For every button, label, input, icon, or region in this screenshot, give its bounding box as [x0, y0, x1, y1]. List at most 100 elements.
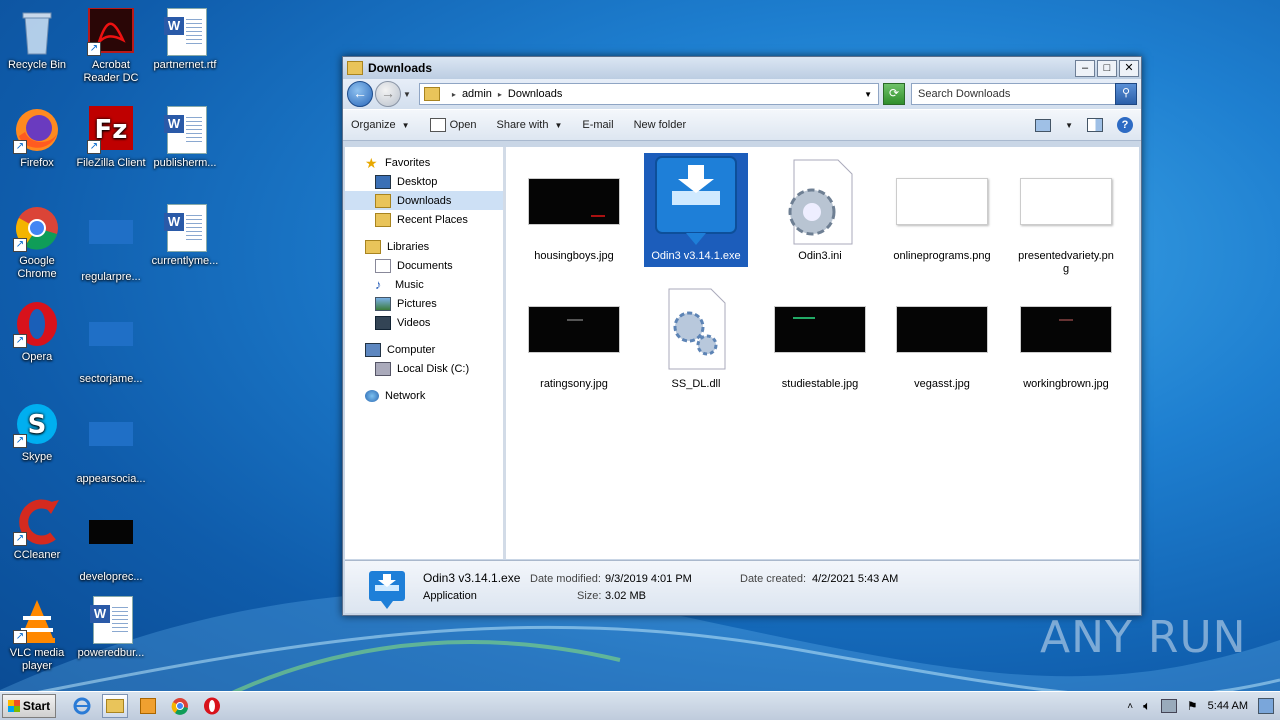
image-thumbnail-icon — [768, 281, 872, 377]
image-thumbnail-icon — [1014, 281, 1118, 377]
file-item[interactable]: Odin3.ini — [768, 153, 872, 264]
email-button[interactable]: E-mail — [582, 119, 613, 131]
breadcrumb-chevron-icon[interactable]: ▸ — [498, 90, 502, 99]
refresh-button[interactable]: ⟳ — [883, 83, 905, 105]
nav-documents[interactable]: Documents — [345, 256, 503, 275]
new-folder-button[interactable]: New folder — [634, 119, 687, 131]
nav-downloads[interactable]: Downloads — [345, 191, 503, 210]
clock[interactable]: 5:44 AM — [1208, 700, 1248, 712]
internet-explorer-icon[interactable] — [70, 695, 94, 717]
file-name: Odin3 v3.14.1.exe — [651, 250, 741, 262]
windows-explorer-icon[interactable] — [102, 694, 128, 718]
organize-button[interactable]: Organize ▼ — [351, 119, 410, 131]
file-item[interactable]: workingbrown.jpg — [1014, 281, 1118, 392]
nav-label: Favorites — [385, 156, 431, 169]
chrome-taskbar-icon[interactable] — [168, 695, 192, 717]
open-label: Open — [449, 119, 477, 131]
nav-label: Local Disk (C:) — [397, 362, 470, 375]
volume-icon[interactable]: 🔈︎ — [1143, 698, 1151, 714]
file-item[interactable]: onlineprograms.png — [890, 153, 994, 264]
breadcrumb-admin[interactable]: admin — [462, 88, 492, 100]
minimize-button[interactable]: ‒ — [1075, 59, 1095, 77]
nav-favorites[interactable]: ★ Favorites — [345, 153, 503, 172]
details-created-value: 4/2/2021 5:43 AM — [812, 573, 899, 585]
folder-icon — [347, 61, 363, 75]
breadcrumb-chevron-icon[interactable]: ▸ — [452, 90, 456, 99]
desktop-icon-sectorjame[interactable]: sectorjame... — [74, 300, 148, 386]
show-hidden-icons-icon[interactable]: ˄ — [1127, 701, 1133, 712]
chevron-down-icon: ▼ — [554, 120, 563, 130]
help-icon[interactable]: ? — [1117, 117, 1133, 133]
desktop-icon-partnernet[interactable]: W partnernet.rtf — [148, 8, 222, 72]
nav-recent-places[interactable]: Recent Places — [345, 210, 503, 229]
desktop-icon-opera[interactable]: ↗ Opera — [0, 300, 74, 364]
start-button[interactable]: Start — [2, 694, 56, 718]
downloads-folder-icon — [375, 193, 391, 208]
word-document-icon: W — [161, 106, 209, 154]
file-name: presentedvariety.png — [1018, 250, 1114, 275]
desktop-icon-regularpre[interactable]: regularpre... — [74, 204, 148, 284]
network-tray-icon[interactable] — [1160, 699, 1177, 713]
address-dropdown-icon[interactable]: ▼ — [864, 90, 872, 99]
nav-music[interactable]: ♪ Music — [345, 275, 503, 294]
desktop-icon-currentlyme[interactable]: W currentlyme... — [148, 204, 222, 268]
open-button[interactable]: Open — [429, 118, 477, 132]
shortcut-arrow-icon: ↗ — [13, 630, 27, 644]
action-center-flag-icon[interactable]: ⚑ — [1187, 699, 1198, 713]
breadcrumb-downloads[interactable]: Downloads — [508, 88, 562, 100]
show-desktop-button[interactable] — [1258, 698, 1274, 714]
back-button[interactable]: ← — [347, 81, 373, 107]
email-label: E-mail — [582, 119, 614, 131]
file-item-selected[interactable]: Odin3 v3.14.1.exe — [644, 153, 748, 267]
media-player-icon[interactable] — [136, 695, 160, 717]
nav-desktop[interactable]: Desktop — [345, 172, 503, 191]
file-item[interactable]: ratingsony.jpg — [522, 281, 626, 392]
forward-button[interactable]: → — [375, 81, 401, 107]
share-with-button[interactable]: Share with ▼ — [496, 119, 562, 131]
file-item[interactable]: SS_DL.dll — [644, 281, 748, 392]
start-label: Start — [22, 699, 51, 713]
desktop-icon-appearsocia[interactable]: appearsocia... — [74, 400, 148, 486]
music-icon: ♪ — [375, 276, 382, 292]
file-item[interactable]: housingboys.jpg — [522, 153, 626, 264]
preview-pane-icon[interactable] — [1087, 118, 1103, 132]
recent-pages-chevron-icon[interactable]: ▼ — [403, 90, 411, 99]
desktop-icon-firefox[interactable]: ↗ Firefox — [0, 106, 74, 170]
chrome-icon: ↗ — [13, 204, 61, 252]
shortcut-arrow-icon: ↗ — [87, 140, 101, 154]
search-input[interactable]: Search Downloads ⚲ — [911, 83, 1137, 105]
nav-videos[interactable]: Videos — [345, 313, 503, 332]
file-name: studiestable.jpg — [781, 378, 859, 390]
desktop-icon-ccleaner[interactable]: ↗ CCleaner — [0, 498, 74, 562]
desktop-icon-poweredbur[interactable]: W poweredbur... — [74, 596, 148, 660]
nav-pictures[interactable]: Pictures — [345, 294, 503, 313]
window-title: Downloads — [368, 61, 433, 75]
desktop-icon-filezilla[interactable]: Fz ↗ FileZilla Client — [74, 106, 148, 170]
search-icon[interactable]: ⚲ — [1115, 83, 1137, 105]
address-input[interactable]: ▸ admin ▸ Downloads ▼ — [418, 83, 879, 105]
desktop-icon-acrobat[interactable]: ↗ Acrobat Reader DC — [74, 7, 148, 85]
desktop-icon-publisherm[interactable]: W publisherm... — [148, 106, 222, 170]
close-button[interactable]: ✕ — [1119, 59, 1139, 77]
title-bar[interactable]: Downloads ‒ □ ✕ — [343, 57, 1141, 79]
maximize-button[interactable]: □ — [1097, 59, 1117, 77]
nav-label: Pictures — [397, 297, 437, 310]
desktop-icon-chrome[interactable]: ↗ Google Chrome — [0, 204, 74, 281]
desktop-icon-developrec[interactable]: developrec... — [74, 498, 148, 584]
view-dropdown-icon[interactable]: ▼ — [1065, 121, 1073, 130]
shortcut-arrow-icon: ↗ — [13, 532, 27, 546]
desktop-icon-recycle-bin[interactable]: Recycle Bin — [0, 8, 74, 72]
nav-libraries[interactable]: Libraries — [345, 237, 503, 256]
details-size-label: Size: — [577, 590, 602, 602]
file-item[interactable]: presentedvariety.png — [1014, 153, 1118, 277]
nav-computer[interactable]: Computer — [345, 340, 503, 359]
nav-network[interactable]: Network — [345, 386, 503, 405]
file-item[interactable]: vegasst.jpg — [890, 281, 994, 392]
desktop-icon-vlc[interactable]: ↗ VLC media player — [0, 596, 74, 673]
nav-local-disk[interactable]: Local Disk (C:) — [345, 359, 503, 378]
view-options-icon[interactable] — [1035, 118, 1052, 132]
desktop-icon-skype[interactable]: S ↗ Skype — [0, 400, 74, 464]
opera-taskbar-icon[interactable] — [200, 695, 224, 717]
star-icon: ★ — [365, 154, 378, 171]
file-item[interactable]: studiestable.jpg — [768, 281, 872, 392]
